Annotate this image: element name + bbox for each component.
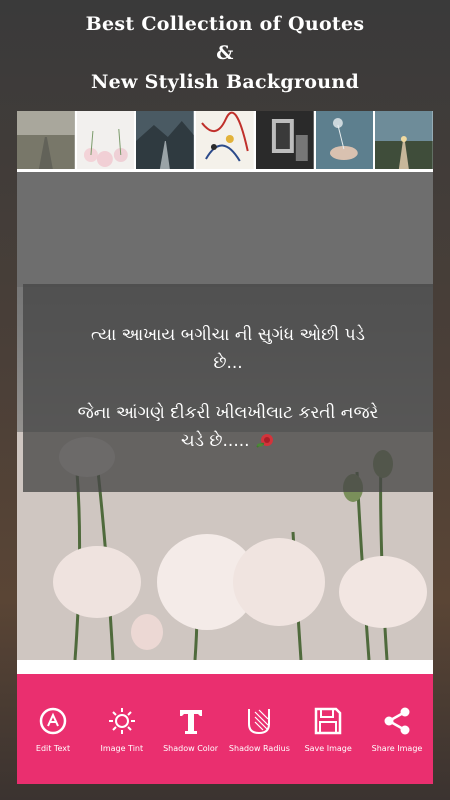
quote-line-4-wrap: ચડે છે.....: [181, 427, 275, 455]
quote-line-1: ત્યા આખાય બગીચા ની સુગંધ ઓછી પડે: [91, 325, 365, 345]
editing-toolbar: Edit Text Image Tint Shadow Color Shadow…: [17, 674, 433, 784]
share-icon: [380, 704, 414, 738]
shadow-radius-button[interactable]: Shadow Radius: [227, 704, 291, 753]
edit-text-icon: [36, 704, 70, 738]
quote-canvas[interactable]: ત્યા આખાય બગીચા ની સુગંધ ઓછી પડે છે... જ…: [17, 172, 433, 660]
thumbnail-dark-objects[interactable]: [255, 111, 314, 169]
thumbnail-sunset-road[interactable]: [375, 111, 434, 169]
header-line-1: Best Collection of Quotes: [85, 13, 365, 35]
quote-line-3: જેના આંગણે દીકરી ખીલખીલાટ કરતી નજરે: [77, 403, 379, 423]
shadow-radius-label: Shadow Radius: [228, 744, 290, 753]
shadow-radius-icon: [242, 704, 276, 738]
quote-text-box[interactable]: ત્યા આખાય બગીચા ની સુગંધ ઓછી પડે છે... જ…: [23, 284, 433, 492]
thumbnail-hand-dandelion[interactable]: [315, 111, 374, 169]
canvas-background: [17, 172, 433, 287]
header-line-3: New Stylish Background: [90, 71, 360, 93]
sun-icon: [105, 704, 139, 738]
rose-icon: [256, 434, 273, 448]
share-image-label: Share Image: [371, 744, 423, 753]
thumbnail-mountain-road[interactable]: [136, 111, 195, 169]
image-tint-button[interactable]: Image Tint: [90, 704, 154, 753]
image-tint-label: Image Tint: [100, 744, 144, 753]
edit-text-label: Edit Text: [35, 744, 71, 753]
shadow-color-button[interactable]: Shadow Color: [159, 704, 223, 753]
save-image-label: Save Image: [304, 744, 352, 753]
thumbnail-abstract-art[interactable]: [196, 111, 254, 169]
share-image-button[interactable]: Share Image: [365, 704, 429, 753]
background-thumbnail-strip: [17, 111, 434, 169]
thumbnail-road[interactable]: [17, 111, 75, 169]
header-line-2: &: [216, 42, 234, 64]
save-image-button[interactable]: Save Image: [296, 704, 360, 753]
quote-line-2: છે...: [213, 353, 243, 373]
canvas-bottom-border: [17, 660, 433, 674]
quote-line-4: ચડે છે.....: [181, 431, 250, 451]
save-icon: [311, 704, 345, 738]
app-header: Best Collection of Quotes & New Stylish …: [0, 10, 450, 97]
edit-text-button[interactable]: Edit Text: [21, 704, 85, 753]
thumbnail-flowers[interactable]: [76, 111, 135, 169]
shadow-color-label: Shadow Color: [163, 744, 219, 753]
text-t-icon: [174, 704, 208, 738]
